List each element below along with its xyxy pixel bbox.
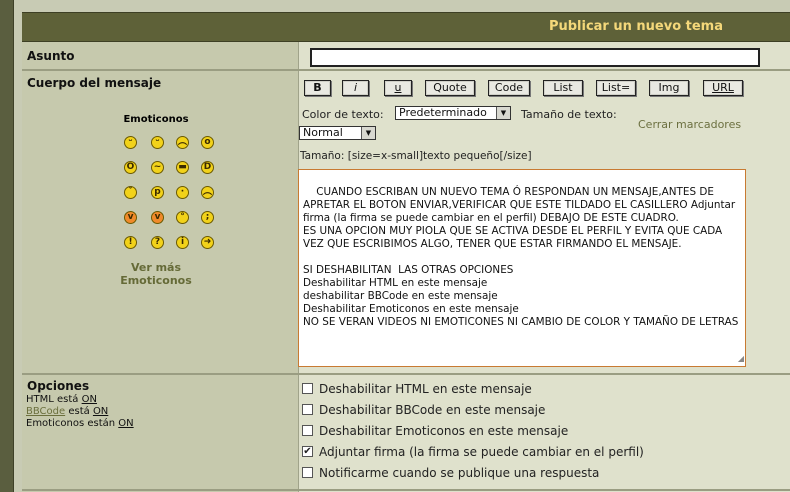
color-select[interactable]: Predeterminado ▼ — [395, 106, 511, 120]
resize-handle-icon[interactable]: ◢ — [738, 352, 744, 365]
chevron-down-icon: ▼ — [361, 127, 375, 139]
cry-icon[interactable]: ︵ — [201, 186, 214, 199]
list-ordered-button[interactable]: List= — [596, 80, 636, 96]
evil-icon[interactable]: v — [124, 211, 137, 224]
disable-bbcode-label: Deshabilitar BBCode en este mensaje — [319, 403, 546, 417]
subject-label-cell: Asunto — [22, 42, 299, 69]
options-label-cell: Opciones HTML está ON BBCode está ON Emo… — [22, 375, 299, 492]
surprised-icon[interactable]: o — [201, 136, 214, 149]
emoticons-title: Emoticonos — [123, 114, 189, 125]
wink-icon[interactable]: ; — [201, 211, 214, 224]
notify-reply-label: Notificarme cuando se publique una respu… — [319, 466, 600, 480]
question-icon[interactable]: ? — [151, 236, 164, 249]
attach-signature-checkbox[interactable]: ✔ — [302, 446, 313, 457]
img-button[interactable]: Img — [649, 80, 689, 96]
twisted-icon[interactable]: v — [151, 211, 164, 224]
notify-reply-checkbox[interactable] — [302, 467, 313, 478]
underline-button[interactable]: u — [384, 80, 412, 96]
html-status-value: ON — [81, 394, 97, 405]
emoticons-status: Emoticonos están ON — [26, 418, 134, 430]
disable-emoticons-checkbox[interactable] — [302, 425, 313, 436]
disable-emoticons-label: Deshabilitar Emoticonos en este mensaje — [319, 424, 569, 438]
bbcode-status-text: está — [65, 406, 93, 417]
smile-icon[interactable]: ᵕ — [151, 136, 164, 149]
quote-button[interactable]: Quote — [425, 80, 475, 96]
disable-html-label: Deshabilitar HTML en este mensaje — [319, 382, 532, 396]
laugh-icon[interactable]: D — [201, 161, 214, 174]
html-status: HTML está ON — [26, 394, 134, 406]
code-button[interactable]: Code — [488, 80, 530, 96]
chevron-down-icon: ▼ — [496, 107, 510, 119]
arrow-icon[interactable]: ➜ — [201, 236, 214, 249]
close-tags-link[interactable]: Cerrar marcadores — [638, 118, 741, 131]
more-emoticons-link[interactable]: Ver más Emoticonos — [22, 261, 290, 287]
subject-label: Asunto — [27, 49, 75, 63]
size-label: Tamaño de texto: — [521, 108, 617, 121]
cool-icon[interactable]: ▬ — [176, 161, 189, 174]
list-button[interactable]: List — [543, 80, 583, 96]
message-text: CUANDO ESCRIBAN UN NUEVO TEMA Ó RESPONDA… — [303, 186, 739, 328]
confused-icon[interactable]: ~ — [151, 161, 164, 174]
disable-bbcode-checkbox[interactable] — [302, 404, 313, 415]
row-divider — [22, 489, 790, 491]
mad-icon[interactable]: ˇ — [124, 186, 137, 199]
options-status: HTML está ON BBCode está ON Emoticonos e… — [26, 394, 134, 430]
body-label-cell: Cuerpo del mensaje Emoticonos ᵕ ᵕ ︵ o O … — [22, 71, 299, 373]
message-textarea[interactable]: CUANDO ESCRIBAN UN NUEVO TEMA Ó RESPONDA… — [298, 169, 746, 367]
color-label: Color de texto: — [302, 108, 384, 121]
bbcode-status: BBCode está ON — [26, 406, 134, 418]
body-label: Cuerpo del mensaje — [27, 76, 162, 90]
embarrassed-icon[interactable]: · — [176, 186, 189, 199]
shocked-icon[interactable]: O — [124, 161, 137, 174]
bbcode-link[interactable]: BBCode — [26, 406, 65, 417]
sad-icon[interactable]: ︵ — [176, 136, 189, 149]
html-status-text: HTML está — [26, 394, 82, 405]
emoticons-status-text: Emoticonos están — [26, 418, 119, 429]
rolleyes-icon[interactable]: ° — [176, 211, 189, 224]
emoticons-status-value: ON — [118, 418, 134, 429]
idea-icon[interactable]: i — [176, 236, 189, 249]
size-select[interactable]: Normal ▼ — [299, 126, 376, 140]
color-select-value: Predeterminado — [399, 106, 487, 119]
help-line: Tamaño: [size=x-small]texto pequeño[/siz… — [300, 150, 532, 162]
page-title: Publicar un nuevo tema — [548, 19, 723, 34]
post-form: Publicar un nuevo tema Asunto Cuerpo del… — [13, 0, 790, 492]
bbcode-status-value: ON — [92, 406, 109, 417]
size-select-value: Normal — [303, 126, 343, 139]
italic-button[interactable]: i — [342, 80, 369, 96]
bold-button[interactable]: B — [304, 80, 331, 96]
options-label: Opciones — [27, 379, 90, 393]
razz-icon[interactable]: p — [151, 186, 164, 199]
exclaim-icon[interactable]: ! — [124, 236, 137, 249]
attach-signature-label: Adjuntar firma (la firma se puede cambia… — [319, 445, 644, 459]
subject-input[interactable] — [310, 48, 760, 67]
url-button[interactable]: URL — [703, 80, 743, 96]
more-emoticons-line-1: Ver más — [130, 261, 182, 274]
more-emoticons-line-2: Emoticonos — [120, 274, 192, 287]
disable-html-checkbox[interactable] — [302, 383, 313, 394]
subject-input-cell — [299, 42, 790, 69]
grin-icon[interactable]: ᵕ — [124, 136, 137, 149]
form-header: Publicar un nuevo tema — [22, 12, 790, 42]
